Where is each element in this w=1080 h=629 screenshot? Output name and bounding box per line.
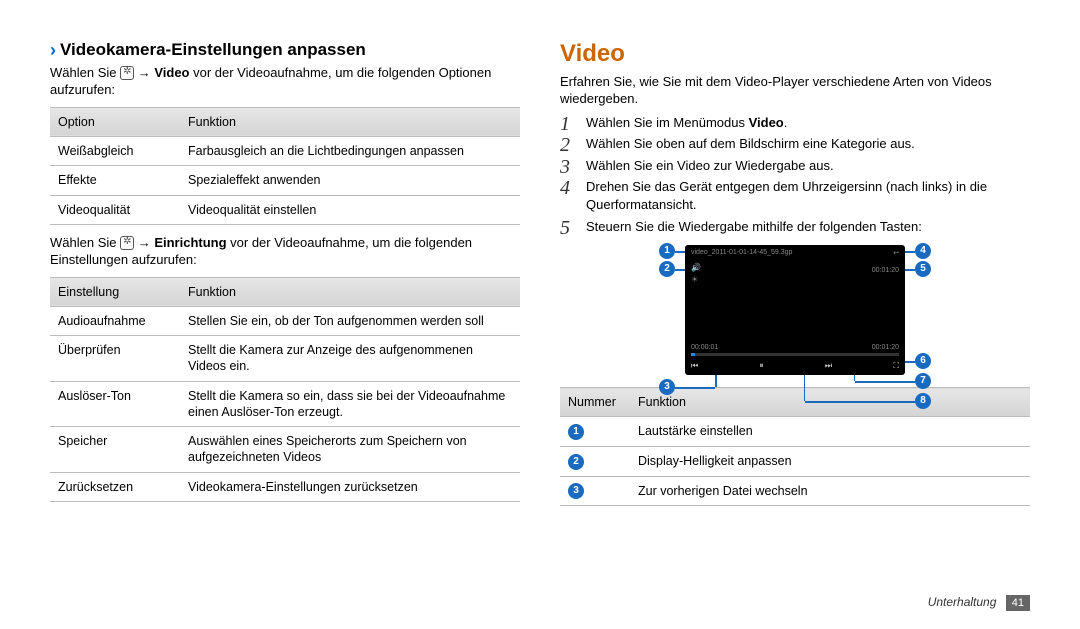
callout-circle-6: 6	[915, 353, 931, 369]
gear-icon	[120, 66, 134, 80]
col-header-number: Nummer	[560, 388, 630, 417]
callout-circle-8: 8	[915, 393, 931, 409]
video-screen: video_2011-01-01-14-45_59.3gp ↩ 🔊 ☀ 00:0…	[685, 245, 905, 375]
chevron-right-icon: ›	[50, 40, 56, 60]
steps-list: Wählen Sie im Menümodus Video. Wählen Si…	[560, 114, 1030, 235]
table-header-row: Option Funktion	[50, 107, 520, 136]
col-header-function: Funktion	[180, 107, 520, 136]
table-row: ZurücksetzenVideokamera-Einstellungen zu…	[50, 472, 520, 501]
list-item: Wählen Sie oben auf dem Bildschirm eine …	[560, 135, 1030, 153]
progress-bar	[691, 353, 899, 356]
video-player-mock: 1 2 3 4 5 6 7 8 video_2011-01-01-14-45_5…	[665, 245, 925, 375]
subsection-heading: ›Videokamera-Einstellungen anpassen	[50, 40, 520, 61]
intro-paragraph-1: Wählen Sie → Video vor der Videoaufnahme…	[50, 65, 520, 99]
callout-circle-1-inline: 1	[568, 424, 584, 440]
screen-mode-icon: ⛶	[893, 361, 899, 371]
section-intro: Erfahren Sie, wie Sie mit dem Video-Play…	[560, 74, 1030, 108]
intro-paragraph-2: Wählen Sie → Einrichtung vor der Videoau…	[50, 235, 520, 269]
col-header-setting: Einstellung	[50, 277, 180, 306]
table-row: ÜberprüfenStellt die Kamera zur Anzeige …	[50, 336, 520, 382]
table-row: 3 Zur vorherigen Datei wechseln	[560, 476, 1030, 506]
page-footer: Unterhaltung 41	[928, 595, 1030, 611]
callout-table: Nummer Funktion 1 Lautstärke einstellen …	[560, 387, 1030, 506]
current-time: 00:00:01	[691, 344, 718, 351]
section-heading: Video	[560, 40, 1030, 68]
footer-section: Unterhaltung	[928, 595, 997, 609]
table-header-row: Einstellung Funktion	[50, 277, 520, 306]
callout-circle-1: 1	[659, 243, 675, 259]
table-row: EffekteSpezialeffekt anwenden	[50, 166, 520, 195]
video-filename: video_2011-01-01-14-45_59.3gp	[691, 249, 792, 257]
table-header-row: Nummer Funktion	[560, 388, 1030, 417]
callout-circle-5: 5	[915, 261, 931, 277]
callout-circle-3: 3	[659, 379, 675, 395]
table-row: SpeicherAuswählen eines Speicherorts zum…	[50, 427, 520, 473]
gear-icon	[120, 236, 134, 250]
col-header-function: Funktion	[180, 277, 520, 306]
table-row: VideoqualitätVideoqualität einstellen	[50, 195, 520, 224]
callout-circle-4: 4	[915, 243, 931, 259]
brightness-icon: ☀	[691, 275, 698, 284]
volume-icon: 🔊	[691, 263, 701, 272]
callout-circle-2: 2	[659, 261, 675, 277]
page-number: 41	[1006, 595, 1030, 611]
col-header-option: Option	[50, 107, 180, 136]
subsection-heading-text: Videokamera-Einstellungen anpassen	[60, 40, 366, 59]
table-row: WeißabgleichFarbausgleich an die Lichtbe…	[50, 137, 520, 166]
callout-circle-2-inline: 2	[568, 454, 584, 470]
total-time: 00:01:20	[872, 267, 899, 274]
list-item: Wählen Sie ein Video zur Wiedergabe aus.	[560, 157, 1030, 175]
total-time-2: 00:01:20	[872, 344, 899, 351]
prev-icon: ⏮	[691, 361, 698, 371]
options-table-2: Einstellung Funktion AudioaufnahmeStelle…	[50, 277, 520, 502]
list-item: Wählen Sie im Menümodus Video.	[560, 114, 1030, 132]
list-item: Drehen Sie das Gerät entgegen dem Uhrzei…	[560, 178, 1030, 213]
list-item: Steuern Sie die Wiedergabe mithilfe der …	[560, 218, 1030, 236]
next-icon: ⏭	[825, 361, 832, 371]
back-icon: ↩	[893, 249, 899, 257]
options-table-1: Option Funktion WeißabgleichFarbausgleic…	[50, 107, 520, 225]
pause-icon: ⏸	[760, 361, 764, 371]
table-row: 2 Display-Helligkeit anpassen	[560, 447, 1030, 477]
callout-circle-3-inline: 3	[568, 483, 584, 499]
table-row: AudioaufnahmeStellen Sie ein, ob der Ton…	[50, 306, 520, 335]
table-row: 1 Lautstärke einstellen	[560, 417, 1030, 447]
callout-circle-7: 7	[915, 373, 931, 389]
table-row: Auslöser-TonStellt die Kamera so ein, da…	[50, 381, 520, 427]
